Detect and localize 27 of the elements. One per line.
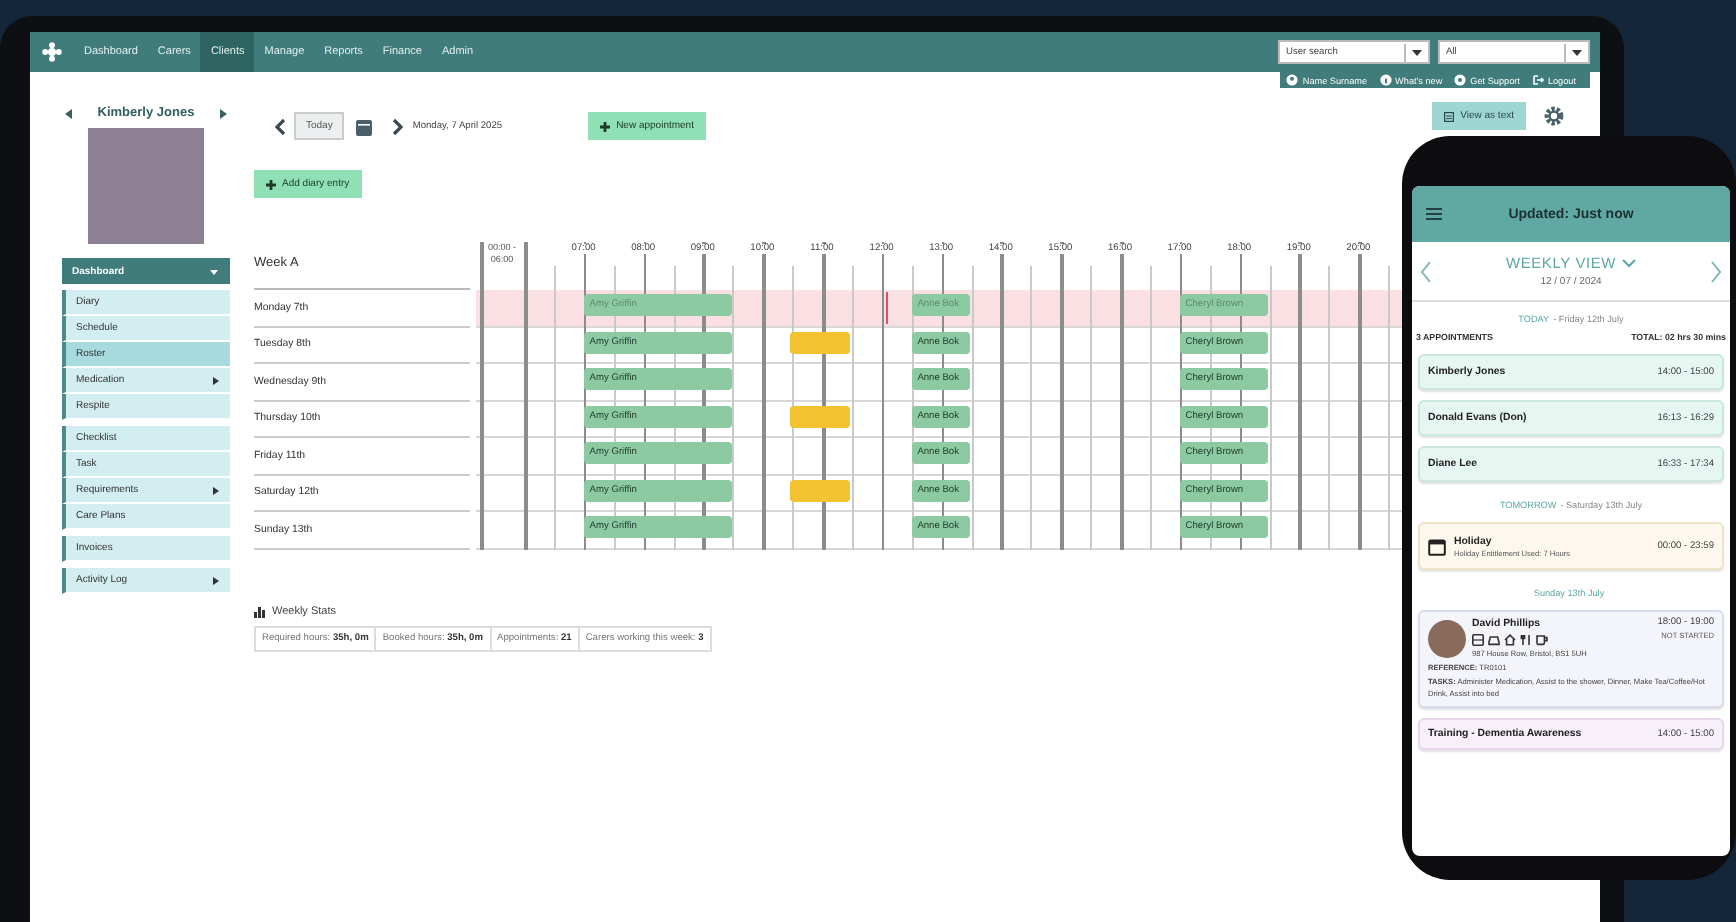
avatar-placeholder (1428, 620, 1466, 658)
logout-icon (1531, 74, 1544, 86)
plus-icon (266, 179, 276, 189)
photo-placeholder (88, 128, 204, 244)
previous-client-icon[interactable] (64, 107, 74, 119)
caret-icon (208, 265, 220, 277)
caret-icon (1564, 43, 1588, 61)
list-icon (1444, 111, 1455, 121)
chevron-left-icon[interactable] (274, 117, 286, 135)
caret-icon (212, 485, 220, 495)
caret-icon (1404, 43, 1428, 61)
cutlery-icon (1520, 634, 1532, 646)
next-client-icon[interactable] (217, 107, 228, 119)
plus-icon (600, 121, 611, 131)
cup-icon (1536, 634, 1548, 646)
chevron-right-icon[interactable] (392, 117, 405, 135)
current-time-line (886, 292, 888, 324)
caret-icon (212, 375, 220, 385)
menu-icon[interactable] (1426, 208, 1442, 220)
calendar-icon[interactable] (356, 117, 373, 135)
settings-icon[interactable] (1544, 106, 1564, 126)
caret-icon (212, 575, 220, 585)
bar-chart-icon (254, 605, 266, 617)
chevron-down-icon (1622, 258, 1637, 268)
calendar-icon (1428, 537, 1446, 555)
logo-icon (42, 42, 62, 62)
home-icon (1504, 634, 1516, 646)
